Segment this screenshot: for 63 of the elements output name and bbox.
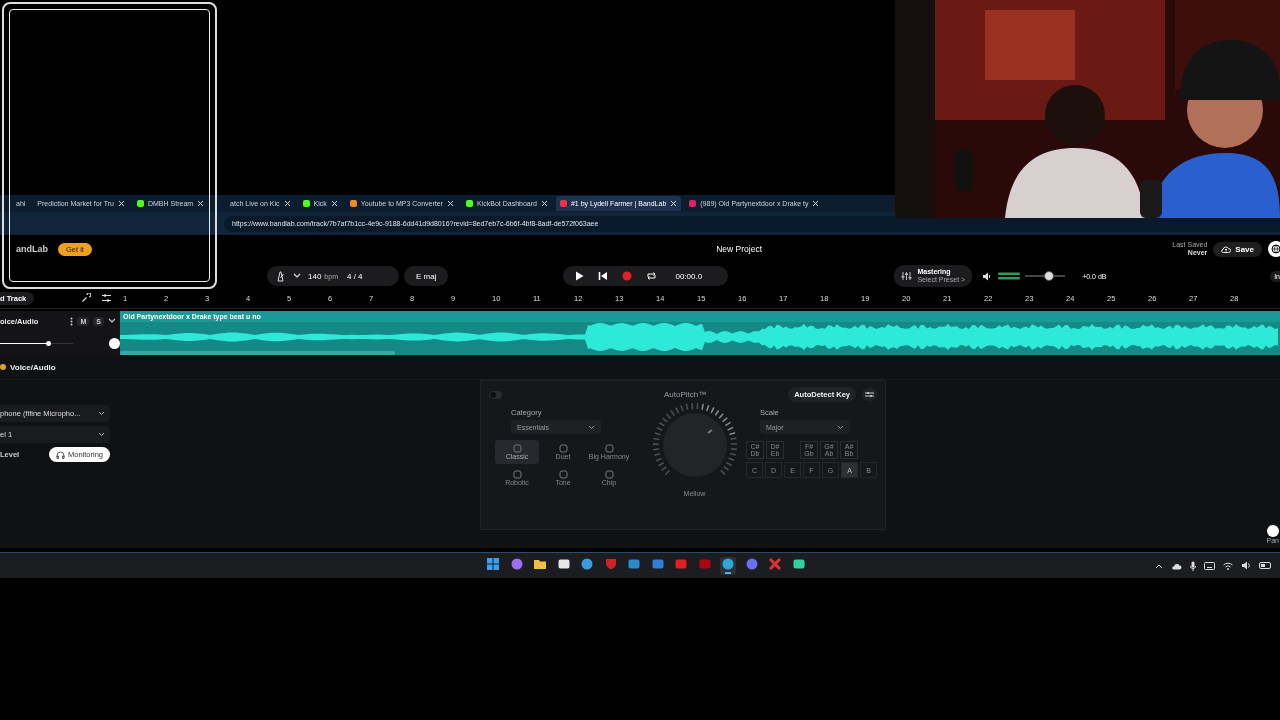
effect-icon	[558, 444, 568, 453]
headphones-icon	[55, 450, 65, 459]
cloud-icon[interactable]	[1171, 561, 1182, 570]
speaker-icon[interactable]	[982, 271, 993, 281]
pan-knob[interactable]	[109, 337, 120, 349]
time-display: 00:00.0	[675, 271, 703, 281]
effect-icon	[604, 444, 614, 453]
key-button[interactable]: E maj	[404, 266, 449, 287]
caret-icon[interactable]	[108, 318, 116, 325]
slider-thumb[interactable]	[1044, 271, 1055, 282]
loop-icon[interactable]	[646, 271, 658, 282]
site-icon	[689, 200, 697, 207]
caret-icon	[837, 424, 844, 430]
power-toggle[interactable]	[489, 390, 502, 399]
close-icon[interactable]	[283, 200, 291, 207]
speaker-icon[interactable]	[1241, 561, 1251, 570]
time-signature[interactable]: 4 / 4	[347, 271, 363, 281]
record-icon[interactable]	[622, 271, 633, 282]
close-icon[interactable]	[670, 200, 678, 207]
chevron-up-icon[interactable]	[1155, 562, 1163, 569]
effect-icon	[558, 470, 568, 479]
metronome-icon[interactable]	[275, 270, 286, 282]
cloud-upload-icon	[1221, 244, 1232, 254]
site-icon	[349, 200, 357, 207]
close-icon[interactable]	[447, 200, 454, 207]
slider-thumb[interactable]	[45, 340, 51, 346]
pan-knob[interactable]	[1266, 525, 1279, 537]
site-icon	[137, 200, 144, 207]
section-title: Voice/Audio	[10, 362, 56, 372]
close-icon[interactable]	[330, 200, 338, 207]
close-icon[interactable]	[197, 200, 205, 207]
close-icon[interactable]	[812, 200, 820, 207]
microphone-icon[interactable]	[1190, 560, 1196, 571]
settings-icon[interactable]	[862, 388, 877, 401]
site-icon	[559, 200, 567, 207]
tempo-value[interactable]: 140	[308, 271, 322, 281]
project-title: New Project	[715, 244, 764, 255]
settings-icon[interactable]	[101, 293, 112, 304]
keyboard-icon[interactable]	[1204, 561, 1215, 570]
effect-icon	[512, 444, 522, 453]
effect-icon	[512, 470, 522, 479]
close-icon[interactable]	[540, 200, 548, 207]
effect-icon	[604, 470, 614, 479]
level-meter	[998, 272, 1021, 281]
wifi-icon[interactable]	[1223, 561, 1233, 570]
caret-icon	[98, 411, 105, 416]
brand-name[interactable]: andLab	[16, 244, 48, 255]
caret-icon	[588, 424, 595, 430]
scrollbar[interactable]	[120, 350, 395, 355]
more-icon[interactable]	[70, 316, 74, 326]
microphone-icon	[0, 364, 6, 370]
site-icon	[302, 200, 310, 207]
caret-icon	[98, 432, 105, 437]
site-icon	[466, 200, 473, 207]
battery-icon[interactable]	[1259, 562, 1272, 569]
close-icon[interactable]	[118, 200, 125, 207]
effect-title: AutoPitch™	[662, 390, 708, 399]
caret-icon[interactable]	[293, 273, 301, 280]
save-button[interactable]: Save	[1213, 241, 1262, 257]
skip-back-icon[interactable]	[598, 271, 609, 282]
sliders-icon[interactable]	[901, 271, 913, 282]
play-icon[interactable]	[575, 271, 585, 282]
wrench-icon[interactable]	[81, 293, 91, 304]
